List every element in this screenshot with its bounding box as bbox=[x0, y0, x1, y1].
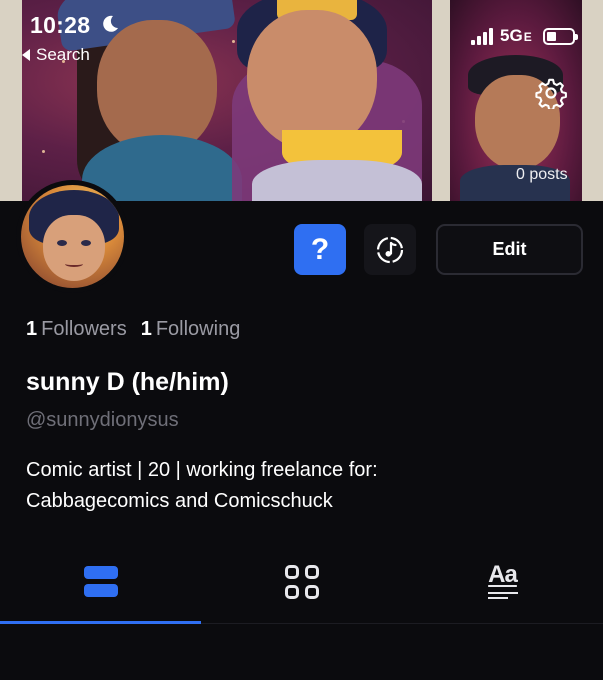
grid-view-icon bbox=[284, 564, 319, 599]
music-disc-icon bbox=[376, 236, 404, 263]
network-suffix: E bbox=[523, 29, 532, 44]
avatar-mouth bbox=[65, 261, 83, 267]
following-label: Following bbox=[155, 318, 241, 340]
avatar-image bbox=[21, 185, 124, 288]
avatar[interactable] bbox=[16, 180, 129, 293]
battery-level bbox=[547, 32, 556, 41]
back-to-search-button[interactable]: Search bbox=[22, 45, 90, 65]
network-indicator: 5GE bbox=[500, 26, 532, 46]
following-link[interactable]: 1 Following bbox=[141, 318, 241, 341]
tab-grid-view[interactable] bbox=[201, 540, 402, 623]
back-arrow-icon bbox=[22, 49, 30, 61]
followers-count: 1 bbox=[26, 318, 38, 340]
network-type: 5G bbox=[500, 26, 523, 45]
banner-sparkle bbox=[42, 150, 45, 153]
text-icon-glyph: Aa bbox=[488, 561, 518, 588]
bio-line: Comic artist | 20 | working freelance fo… bbox=[26, 459, 378, 481]
avatar-eye bbox=[81, 240, 91, 246]
edit-profile-button[interactable]: Edit bbox=[436, 224, 583, 275]
character-face bbox=[247, 10, 377, 150]
moon-icon bbox=[103, 15, 118, 32]
banner-sparkle bbox=[232, 40, 235, 43]
following-count: 1 bbox=[140, 318, 152, 340]
tab-list-view[interactable] bbox=[0, 540, 201, 624]
bio-line: Cabbagecomics and Comicschuck bbox=[26, 490, 333, 512]
character-body bbox=[252, 160, 422, 201]
help-button[interactable]: ? bbox=[294, 224, 346, 275]
display-name: sunny D (he/him) bbox=[26, 368, 229, 396]
followers-label: Followers bbox=[41, 318, 127, 340]
profile-tabs: Aa bbox=[0, 540, 603, 624]
followers-link[interactable]: 1 Followers bbox=[26, 318, 127, 341]
battery-icon bbox=[543, 28, 578, 45]
music-button[interactable] bbox=[364, 224, 416, 275]
bio: Comic artist | 20 | working freelance fo… bbox=[26, 455, 586, 517]
gear-icon[interactable] bbox=[535, 77, 567, 109]
profile-banner: 10:28 Search 5GE 0 posts bbox=[0, 0, 603, 201]
text-posts-icon: Aa bbox=[487, 561, 518, 599]
signal-icon bbox=[471, 27, 493, 45]
posts-count: 0 posts bbox=[516, 166, 568, 183]
follow-stats: 1 Followers 1 Following bbox=[26, 318, 240, 341]
status-time: 10:28 bbox=[30, 12, 91, 38]
list-view-icon bbox=[83, 566, 118, 597]
tab-text-posts[interactable]: Aa bbox=[402, 540, 603, 623]
avatar-eye bbox=[57, 240, 67, 246]
avatar-face bbox=[43, 215, 105, 281]
back-label: Search bbox=[36, 45, 90, 64]
user-handle: @sunnydionysus bbox=[26, 409, 179, 431]
